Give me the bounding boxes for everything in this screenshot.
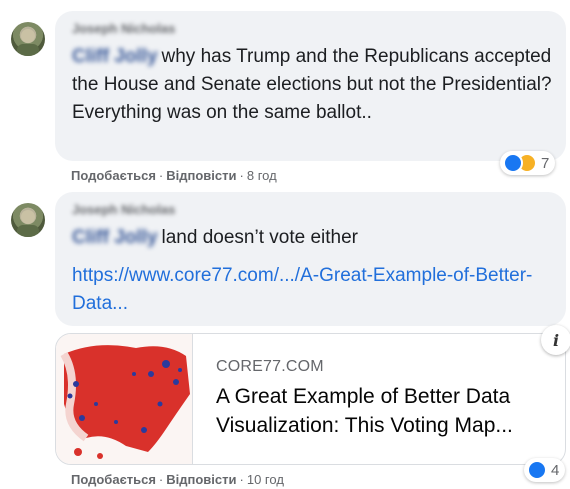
link-preview-info: CORE77.COM A Great Example of Better Dat… xyxy=(216,358,553,440)
comment-link[interactable]: https://www.core77.com/.../A-Great-Examp… xyxy=(72,265,532,314)
like-icon xyxy=(503,153,523,173)
link-title: A Great Example of Better Data Visualiza… xyxy=(216,385,513,437)
link-domain: CORE77.COM xyxy=(216,358,324,375)
reactions-summary[interactable]: 7 xyxy=(500,151,556,175)
link-preview-card[interactable]: CORE77.COM A Great Example of Better Dat… xyxy=(55,333,566,465)
comment-actions: Подобається · Відповісти · 10 год xyxy=(71,472,284,487)
comment-author[interactable]: Joseph Nicholas xyxy=(72,21,175,36)
like-button[interactable]: Подобається xyxy=(71,472,156,487)
comment-link-wrap: https://www.core77.com/.../A-Great-Examp… xyxy=(72,262,542,318)
avatar[interactable] xyxy=(11,22,45,56)
mention-tag[interactable]: Cliff Jolly xyxy=(72,224,158,252)
voting-map-image xyxy=(60,345,190,459)
comment-text: Cliff Jolly land doesn’t vote either xyxy=(72,224,552,252)
comment-timestamp[interactable]: 8 год xyxy=(247,168,277,183)
reaction-count: 7 xyxy=(541,154,550,172)
like-icon xyxy=(527,460,547,480)
info-icon[interactable]: i xyxy=(541,325,570,355)
mention-tag[interactable]: Cliff Jolly xyxy=(72,43,158,71)
comment-text: Cliff Jolly why has Trump and the Republi… xyxy=(72,43,552,127)
comment-author[interactable]: Joseph Nicholas xyxy=(72,202,175,217)
avatar[interactable] xyxy=(11,203,45,237)
comment-actions: Подобається · Відповісти · 8 год xyxy=(71,168,277,183)
reply-button[interactable]: Відповісти xyxy=(166,168,236,183)
comment-bubble: Joseph Nicholas Cliff Jolly why has Trump… xyxy=(55,11,566,161)
like-button[interactable]: Подобається xyxy=(71,168,156,183)
reaction-count: 4 xyxy=(551,461,560,479)
reply-button[interactable]: Відповісти xyxy=(166,472,236,487)
comment-timestamp[interactable]: 10 год xyxy=(247,472,284,487)
comment-bubble: Joseph Nicholas Cliff Jolly land doesn’t … xyxy=(55,192,566,326)
voting-map-thumbnail xyxy=(56,334,193,464)
comment-message: land doesn’t vote either xyxy=(161,227,358,248)
reactions-summary[interactable]: 4 xyxy=(524,458,566,482)
